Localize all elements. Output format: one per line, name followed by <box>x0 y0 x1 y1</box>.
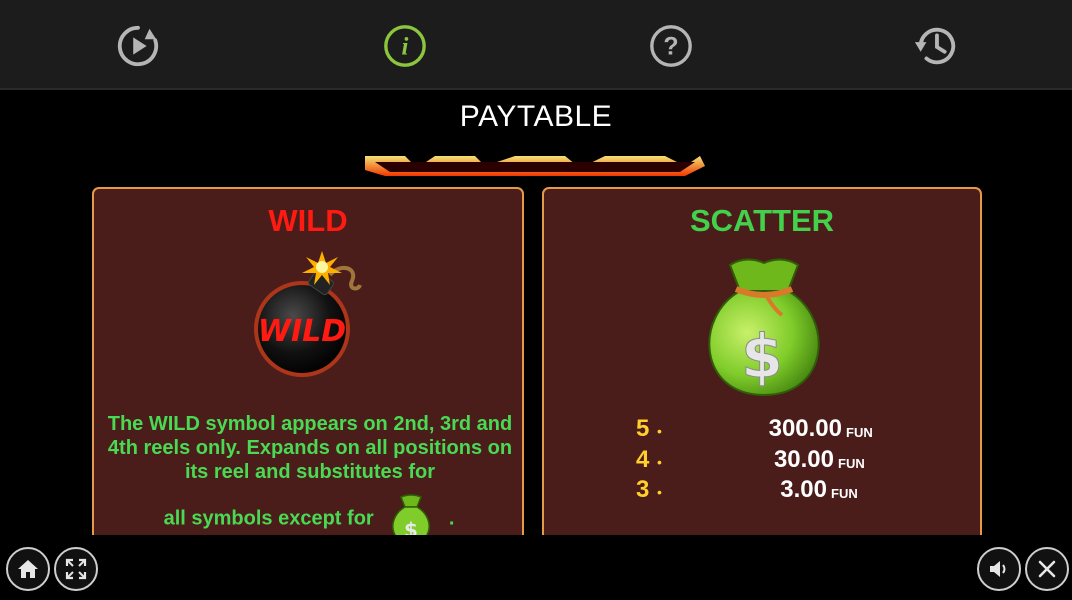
payout-bullet-icon: • <box>657 423 662 439</box>
close-button[interactable] <box>1025 547 1069 591</box>
svg-text:i: i <box>402 34 409 61</box>
payout-amount: 300.00 <box>768 415 842 442</box>
top-toolbar: i ? <box>0 0 1072 90</box>
sound-button[interactable] <box>977 547 1021 591</box>
payout-row: 4 • 30.00 FUN <box>544 446 984 476</box>
wild-description: The WILD symbol appears on 2nd, 3rd and … <box>107 413 513 483</box>
help-icon: ? <box>650 25 692 67</box>
money-bag-icon: $ <box>708 258 820 397</box>
wild-title: WILD <box>268 203 348 238</box>
close-icon <box>1038 560 1056 578</box>
help-button[interactable]: ? <box>647 22 695 70</box>
wild-bomb-icon: WILD <box>254 251 362 377</box>
home-button[interactable] <box>6 547 50 591</box>
autoplay-icon <box>117 25 159 67</box>
svg-text:?: ? <box>663 33 678 61</box>
payout-amount: 30.00 <box>773 446 834 473</box>
fullscreen-icon <box>65 558 87 580</box>
home-icon <box>18 560 38 578</box>
wild-panel: WILD WILD The WILD symbol appears on 2nd… <box>92 187 524 547</box>
history-button[interactable] <box>912 22 960 70</box>
page-title: PAYTABLE <box>459 100 613 133</box>
fullscreen-button[interactable] <box>54 547 98 591</box>
autoplay-button[interactable] <box>114 22 162 70</box>
payout-count: 3 <box>636 476 650 503</box>
payout-currency: FUN <box>838 456 865 471</box>
scatter-title: SCATTER <box>689 203 835 238</box>
info-icon: i <box>384 25 426 67</box>
bottom-bar <box>0 535 1072 600</box>
payout-amount: 3.00 <box>780 476 827 503</box>
payout-bullet-icon: • <box>657 484 662 500</box>
sound-icon <box>990 561 1006 577</box>
payout-count: 5 <box>636 415 650 442</box>
info-button[interactable]: i <box>381 22 429 70</box>
wild-symbol-text: WILD <box>258 314 346 349</box>
history-icon <box>914 27 956 65</box>
wild-description-end-suffix: . <box>448 507 455 530</box>
payout-row: 5 • 300.00 FUN <box>544 415 984 445</box>
payout-currency: FUN <box>846 425 873 440</box>
payout-row: 3 • 3.00 FUN <box>544 476 984 506</box>
payout-bullet-icon: • <box>657 454 662 470</box>
payout-currency: FUN <box>831 486 858 501</box>
wild-description-end-prefix: all symbols except for <box>163 507 374 530</box>
payout-count: 4 <box>636 446 650 473</box>
game-logo <box>365 150 705 180</box>
svg-text:$: $ <box>741 322 783 392</box>
scatter-panel: SCATTER $ 5 • 300.00 FUN 4 • 30.00 FUN 3 • 3.00 FUN <box>542 187 982 547</box>
